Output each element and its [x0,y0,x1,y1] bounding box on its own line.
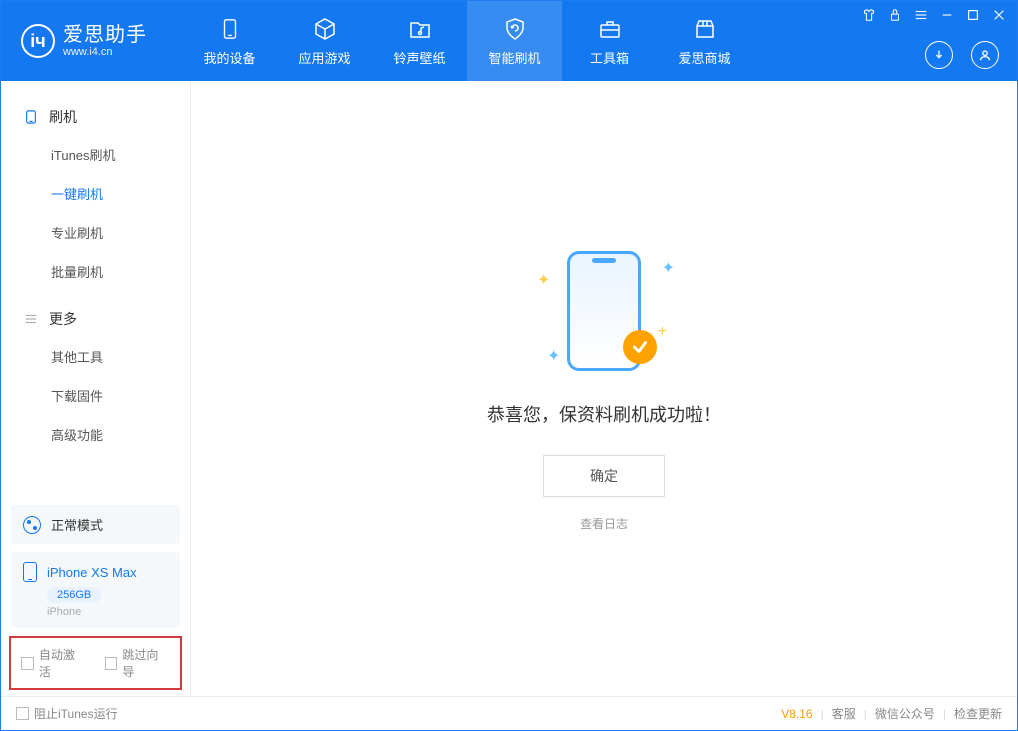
checkbox-auto-activate[interactable]: 自动激活 [21,646,87,680]
footer-right: V8.16 | 客服 | 微信公众号 | 检查更新 [781,705,1002,722]
sidebar-item-oneclick-flash[interactable]: 一键刷机 [1,174,190,213]
sidebar-item-pro-flash[interactable]: 专业刷机 [1,213,190,252]
lock-icon[interactable] [887,7,903,23]
user-button[interactable] [971,41,999,69]
success-illustration: ✦ ✦ ✦ + [519,246,689,376]
device-storage-badge: 256GB [47,587,101,603]
device-panels: 正常模式 iPhone XS Max 256GB iPhone 自动激活 跳过向… [11,505,180,696]
sidebar-item-download-firmware[interactable]: 下载固件 [1,376,190,415]
nav-tab-store[interactable]: 爱思商城 [657,1,752,81]
nav-tab-ringtones[interactable]: 铃声壁纸 [372,1,467,81]
maximize-button[interactable] [965,7,981,23]
nav-tab-apps-games[interactable]: 应用游戏 [277,1,372,81]
checkbox-block-itunes[interactable]: 阻止iTunes运行 [16,705,118,722]
main-content: ✦ ✦ ✦ + 恭喜您，保资料刷机成功啦！ 确定 查看日志 [191,81,1017,696]
logo-area: iч 爱思助手 www.i4.cn [1,24,167,58]
version-label: V8.16 [781,707,812,721]
footer-link-support[interactable]: 客服 [832,705,856,722]
close-button[interactable] [991,7,1007,23]
footer: 阻止iTunes运行 V8.16 | 客服 | 微信公众号 | 检查更新 [1,696,1017,730]
shirt-icon[interactable] [861,7,877,23]
app-header: iч 爱思助手 www.i4.cn 我的设备 应用游戏 铃声壁纸 智能刷机 工具… [1,1,1017,81]
menu-icon[interactable] [913,7,929,23]
sidebar-item-batch-flash[interactable]: 批量刷机 [1,252,190,291]
mode-icon [23,516,41,534]
logo-text: 爱思助手 www.i4.cn [63,24,147,58]
sidebar-item-advanced[interactable]: 高级功能 [1,415,190,454]
nav-tabs: 我的设备 应用游戏 铃声壁纸 智能刷机 工具箱 爱思商城 [182,1,752,81]
window-controls-top [861,7,1007,23]
ok-button[interactable]: 确定 [543,455,665,497]
store-icon [691,15,719,43]
music-folder-icon [406,15,434,43]
more-section-icon [23,311,39,327]
minimize-button[interactable] [939,7,955,23]
header-right-buttons [925,41,999,69]
device-icon [216,15,244,43]
sidebar-item-other-tools[interactable]: 其他工具 [1,337,190,376]
footer-link-update[interactable]: 检查更新 [954,705,1002,722]
download-button[interactable] [925,41,953,69]
device-panel[interactable]: iPhone XS Max 256GB iPhone [11,552,180,628]
device-phone-icon [23,562,37,582]
sparkle-icon: ✦ [537,270,550,290]
highlighted-checkbox-row: 自动激活 跳过向导 [9,636,182,690]
cube-icon [311,15,339,43]
sidebar-item-itunes-flash[interactable]: iTunes刷机 [1,135,190,174]
toolbox-icon [596,15,624,43]
app-title: 爱思助手 [63,24,147,46]
shield-refresh-icon [501,15,529,43]
sidebar-section-more: 更多 [1,301,190,337]
mode-panel[interactable]: 正常模式 [11,505,180,544]
checkbox-skip-guide[interactable]: 跳过向导 [105,646,171,680]
device-type: iPhone [47,606,168,618]
nav-tab-smart-flash[interactable]: 智能刷机 [467,1,562,81]
footer-link-wechat[interactable]: 微信公众号 [875,705,935,722]
sparkle-icon: ✦ [662,258,675,278]
sparkle-icon: + [658,323,667,341]
sidebar-section-flash: 刷机 [1,99,190,135]
sidebar: 刷机 iTunes刷机 一键刷机 专业刷机 批量刷机 更多 其他工具 下载固件 … [1,81,191,696]
body-area: 刷机 iTunes刷机 一键刷机 专业刷机 批量刷机 更多 其他工具 下载固件 … [1,81,1017,696]
flash-section-icon [23,109,39,125]
view-log-link[interactable]: 查看日志 [580,515,628,532]
device-name: iPhone XS Max [47,565,137,580]
logo-icon: iч [21,24,55,58]
nav-tab-toolbox[interactable]: 工具箱 [562,1,657,81]
success-message: 恭喜您，保资料刷机成功啦！ [487,401,721,427]
app-subtitle: www.i4.cn [63,46,147,58]
checkmark-badge-icon [623,330,657,364]
sparkle-icon: ✦ [547,346,560,366]
nav-tab-my-device[interactable]: 我的设备 [182,1,277,81]
